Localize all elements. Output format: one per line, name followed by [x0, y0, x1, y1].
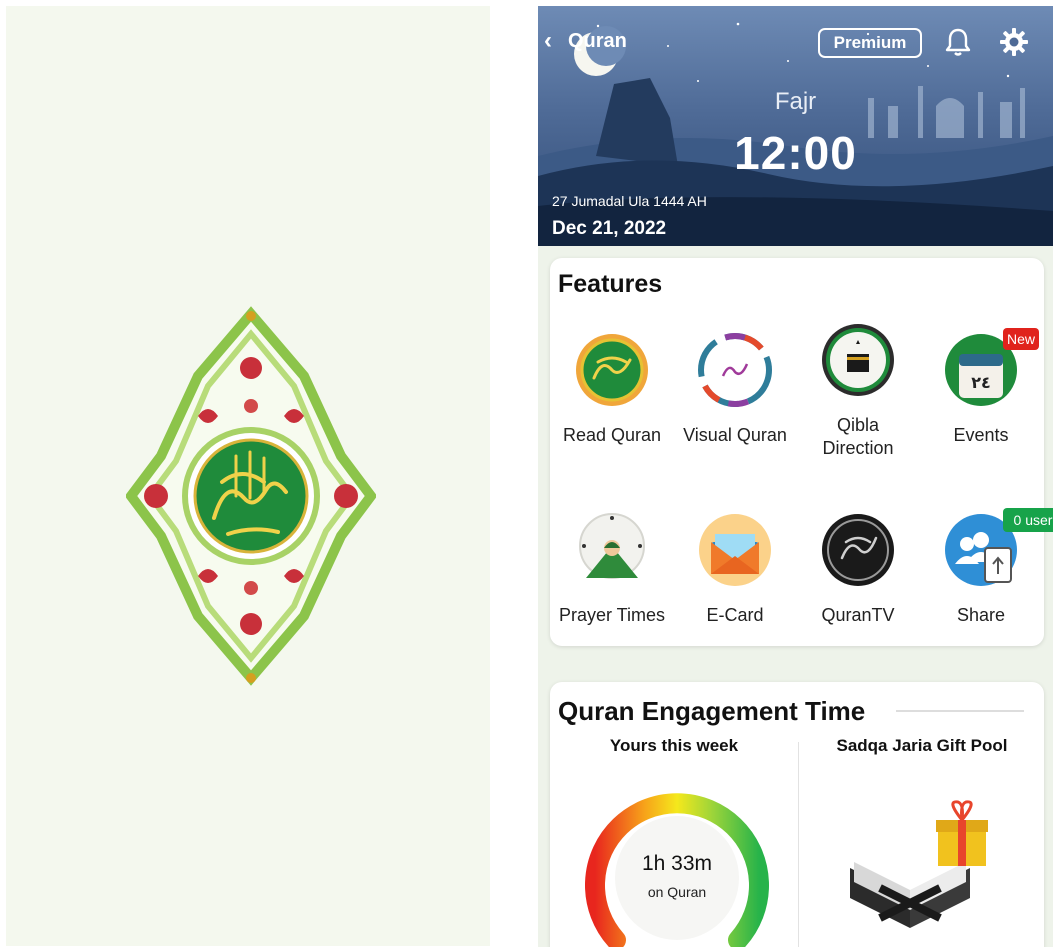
gear-icon[interactable]	[998, 26, 1030, 58]
engagement-title: Quran Engagement Time	[558, 696, 866, 726]
current-prayer-time: 12:00	[734, 127, 857, 179]
feature-share[interactable]: 0 user Share	[919, 508, 1053, 662]
user-count-badge: 0 user	[1003, 508, 1053, 532]
feature-qibla-direction[interactable]: Qibla Direction	[796, 322, 920, 472]
feature-label: Read Quran	[562, 425, 662, 445]
features-title: Features	[558, 270, 663, 298]
app-home-screen: ‹ Quran Premium Fajr 12:00 27 Jumadal Ul…	[538, 6, 1053, 947]
splash-screen	[6, 6, 490, 946]
feature-read-quran[interactable]: Read Quran	[550, 332, 674, 482]
gregorian-date: Dec 21, 2022	[552, 218, 667, 239]
feature-label: Share	[956, 605, 1006, 625]
chevron-left-icon[interactable]: ‹	[544, 28, 552, 54]
quran-tv-icon	[822, 514, 894, 586]
engagement-time-value: 1h 33m	[641, 852, 713, 875]
feature-label: Prayer Times	[558, 605, 666, 625]
quran-seal-icon	[576, 334, 648, 406]
feature-prayer-times[interactable]: Prayer Times	[550, 512, 674, 662]
hijri-date: 27 Jumadal Ula 1444 AH	[552, 193, 707, 209]
prayer-header: ‹ Quran Premium Fajr 12:00 27 Jumadal Ul…	[538, 6, 1053, 246]
app-title: Quran	[568, 30, 627, 52]
gift-pool-title: Sadqa Jaria Gift Pool	[836, 736, 1008, 755]
quran-gift-icon[interactable]	[840, 798, 1000, 938]
bell-icon[interactable]	[942, 26, 974, 58]
feature-visual-quran[interactable]: Visual Quran	[673, 332, 797, 482]
feature-label: Events	[953, 425, 1009, 445]
feature-label: E-Card	[706, 605, 764, 625]
envelope-icon	[699, 514, 771, 586]
svg-text:٢٤: ٢٤	[971, 373, 991, 392]
title-divider	[896, 710, 1024, 712]
features-card: Features Read Quran Visual Quran Qibla D…	[550, 258, 1053, 646]
prayer-clock-icon	[579, 513, 645, 579]
engagement-card: Quran Engagement Time Yours this week Sa…	[550, 682, 1044, 947]
engagement-time-unit: on Quran	[647, 884, 707, 900]
kaaba-icon	[822, 324, 894, 396]
feature-label: Visual Quran	[683, 425, 787, 445]
feature-label: Qibla Direction	[822, 415, 894, 458]
column-divider	[798, 742, 799, 947]
visual-quran-icon	[698, 333, 772, 407]
premium-button[interactable]: Premium	[818, 28, 922, 58]
top-bar: ‹ Quran Premium	[538, 24, 1053, 60]
feature-label: QuranTV	[821, 605, 895, 625]
feature-e-card[interactable]: E-Card	[673, 512, 797, 662]
feature-events[interactable]: ٢٤ New Events	[919, 328, 1043, 482]
feature-quran-tv[interactable]: QuranTV	[796, 512, 920, 662]
new-badge: New	[1003, 328, 1039, 350]
quran-ornament-logo	[126, 306, 376, 686]
weekly-engagement-title: Yours this week	[609, 736, 739, 755]
current-prayer-name: Fajr	[774, 88, 817, 115]
